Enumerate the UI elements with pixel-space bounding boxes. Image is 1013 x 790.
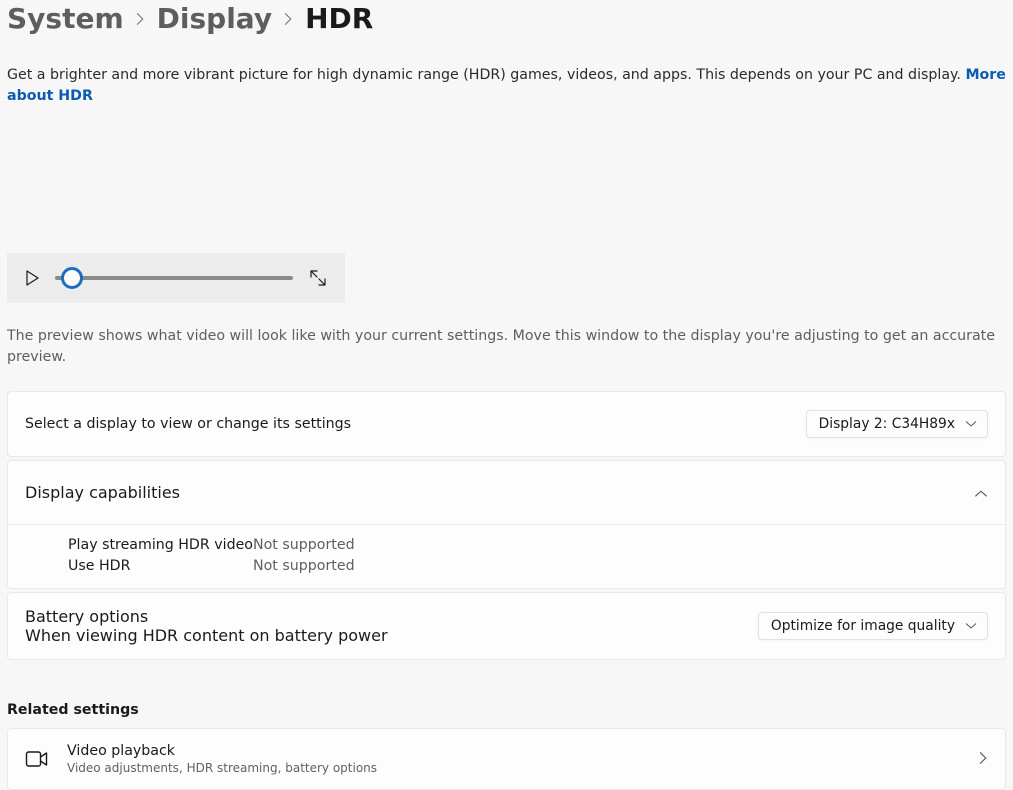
video-playback-link[interactable]: Video playback Video adjustments, HDR st…: [8, 729, 1005, 789]
breadcrumb-display[interactable]: Display: [157, 2, 272, 35]
cap-row-value: Not supported: [253, 558, 988, 574]
battery-options-sublabel: When viewing HDR content on battery powe…: [25, 626, 388, 645]
cap-row-value: Not supported: [253, 537, 988, 553]
video-playback-subtitle: Video adjustments, HDR streaming, batter…: [67, 761, 961, 775]
chevron-down-icon: [965, 420, 977, 428]
preview-slider[interactable]: [55, 266, 293, 290]
video-preview-controls: [7, 253, 345, 303]
chevron-right-icon: [136, 12, 145, 29]
play-icon[interactable]: [25, 270, 39, 286]
related-settings-heading: Related settings: [7, 702, 1006, 718]
video-playback-card: Video playback Video adjustments, HDR st…: [7, 728, 1006, 790]
breadcrumb-system[interactable]: System: [7, 2, 124, 35]
display-capabilities-body: Play streaming HDR video Not supported U…: [8, 524, 1005, 588]
battery-options-value: Optimize for image quality: [771, 618, 955, 634]
expand-icon[interactable]: [309, 269, 327, 287]
slider-track: [55, 276, 293, 280]
cap-row-label: Play streaming HDR video: [68, 537, 253, 553]
page-description-text: Get a brighter and more vibrant picture …: [7, 67, 965, 83]
battery-options-card: Battery options When viewing HDR content…: [7, 592, 1006, 660]
display-select-label: Select a display to view or change its s…: [25, 416, 351, 432]
slider-thumb[interactable]: [61, 267, 83, 289]
preview-caption: The preview shows what video will look l…: [7, 326, 1006, 369]
chevron-right-icon: [979, 750, 988, 769]
battery-options-dropdown[interactable]: Optimize for image quality: [758, 612, 988, 640]
page-description: Get a brighter and more vibrant picture …: [7, 65, 1006, 108]
chevron-up-icon: [974, 483, 988, 502]
display-capabilities-heading: Display capabilities: [25, 483, 180, 502]
breadcrumb-current: HDR: [305, 2, 373, 35]
display-capabilities-header[interactable]: Display capabilities: [8, 461, 1005, 524]
chevron-right-icon: [284, 12, 293, 29]
video-playback-icon: [25, 747, 49, 771]
chevron-down-icon: [965, 622, 977, 630]
breadcrumb: System Display HDR: [7, 0, 1006, 47]
display-select-value: Display 2: C34H89x: [819, 416, 955, 432]
display-capabilities-card: Display capabilities Play streaming HDR …: [7, 460, 1006, 589]
cap-row-label: Use HDR: [68, 558, 253, 574]
battery-options-label: Battery options: [25, 607, 388, 626]
display-select-dropdown[interactable]: Display 2: C34H89x: [806, 410, 988, 438]
display-select-card: Select a display to view or change its s…: [7, 391, 1006, 457]
